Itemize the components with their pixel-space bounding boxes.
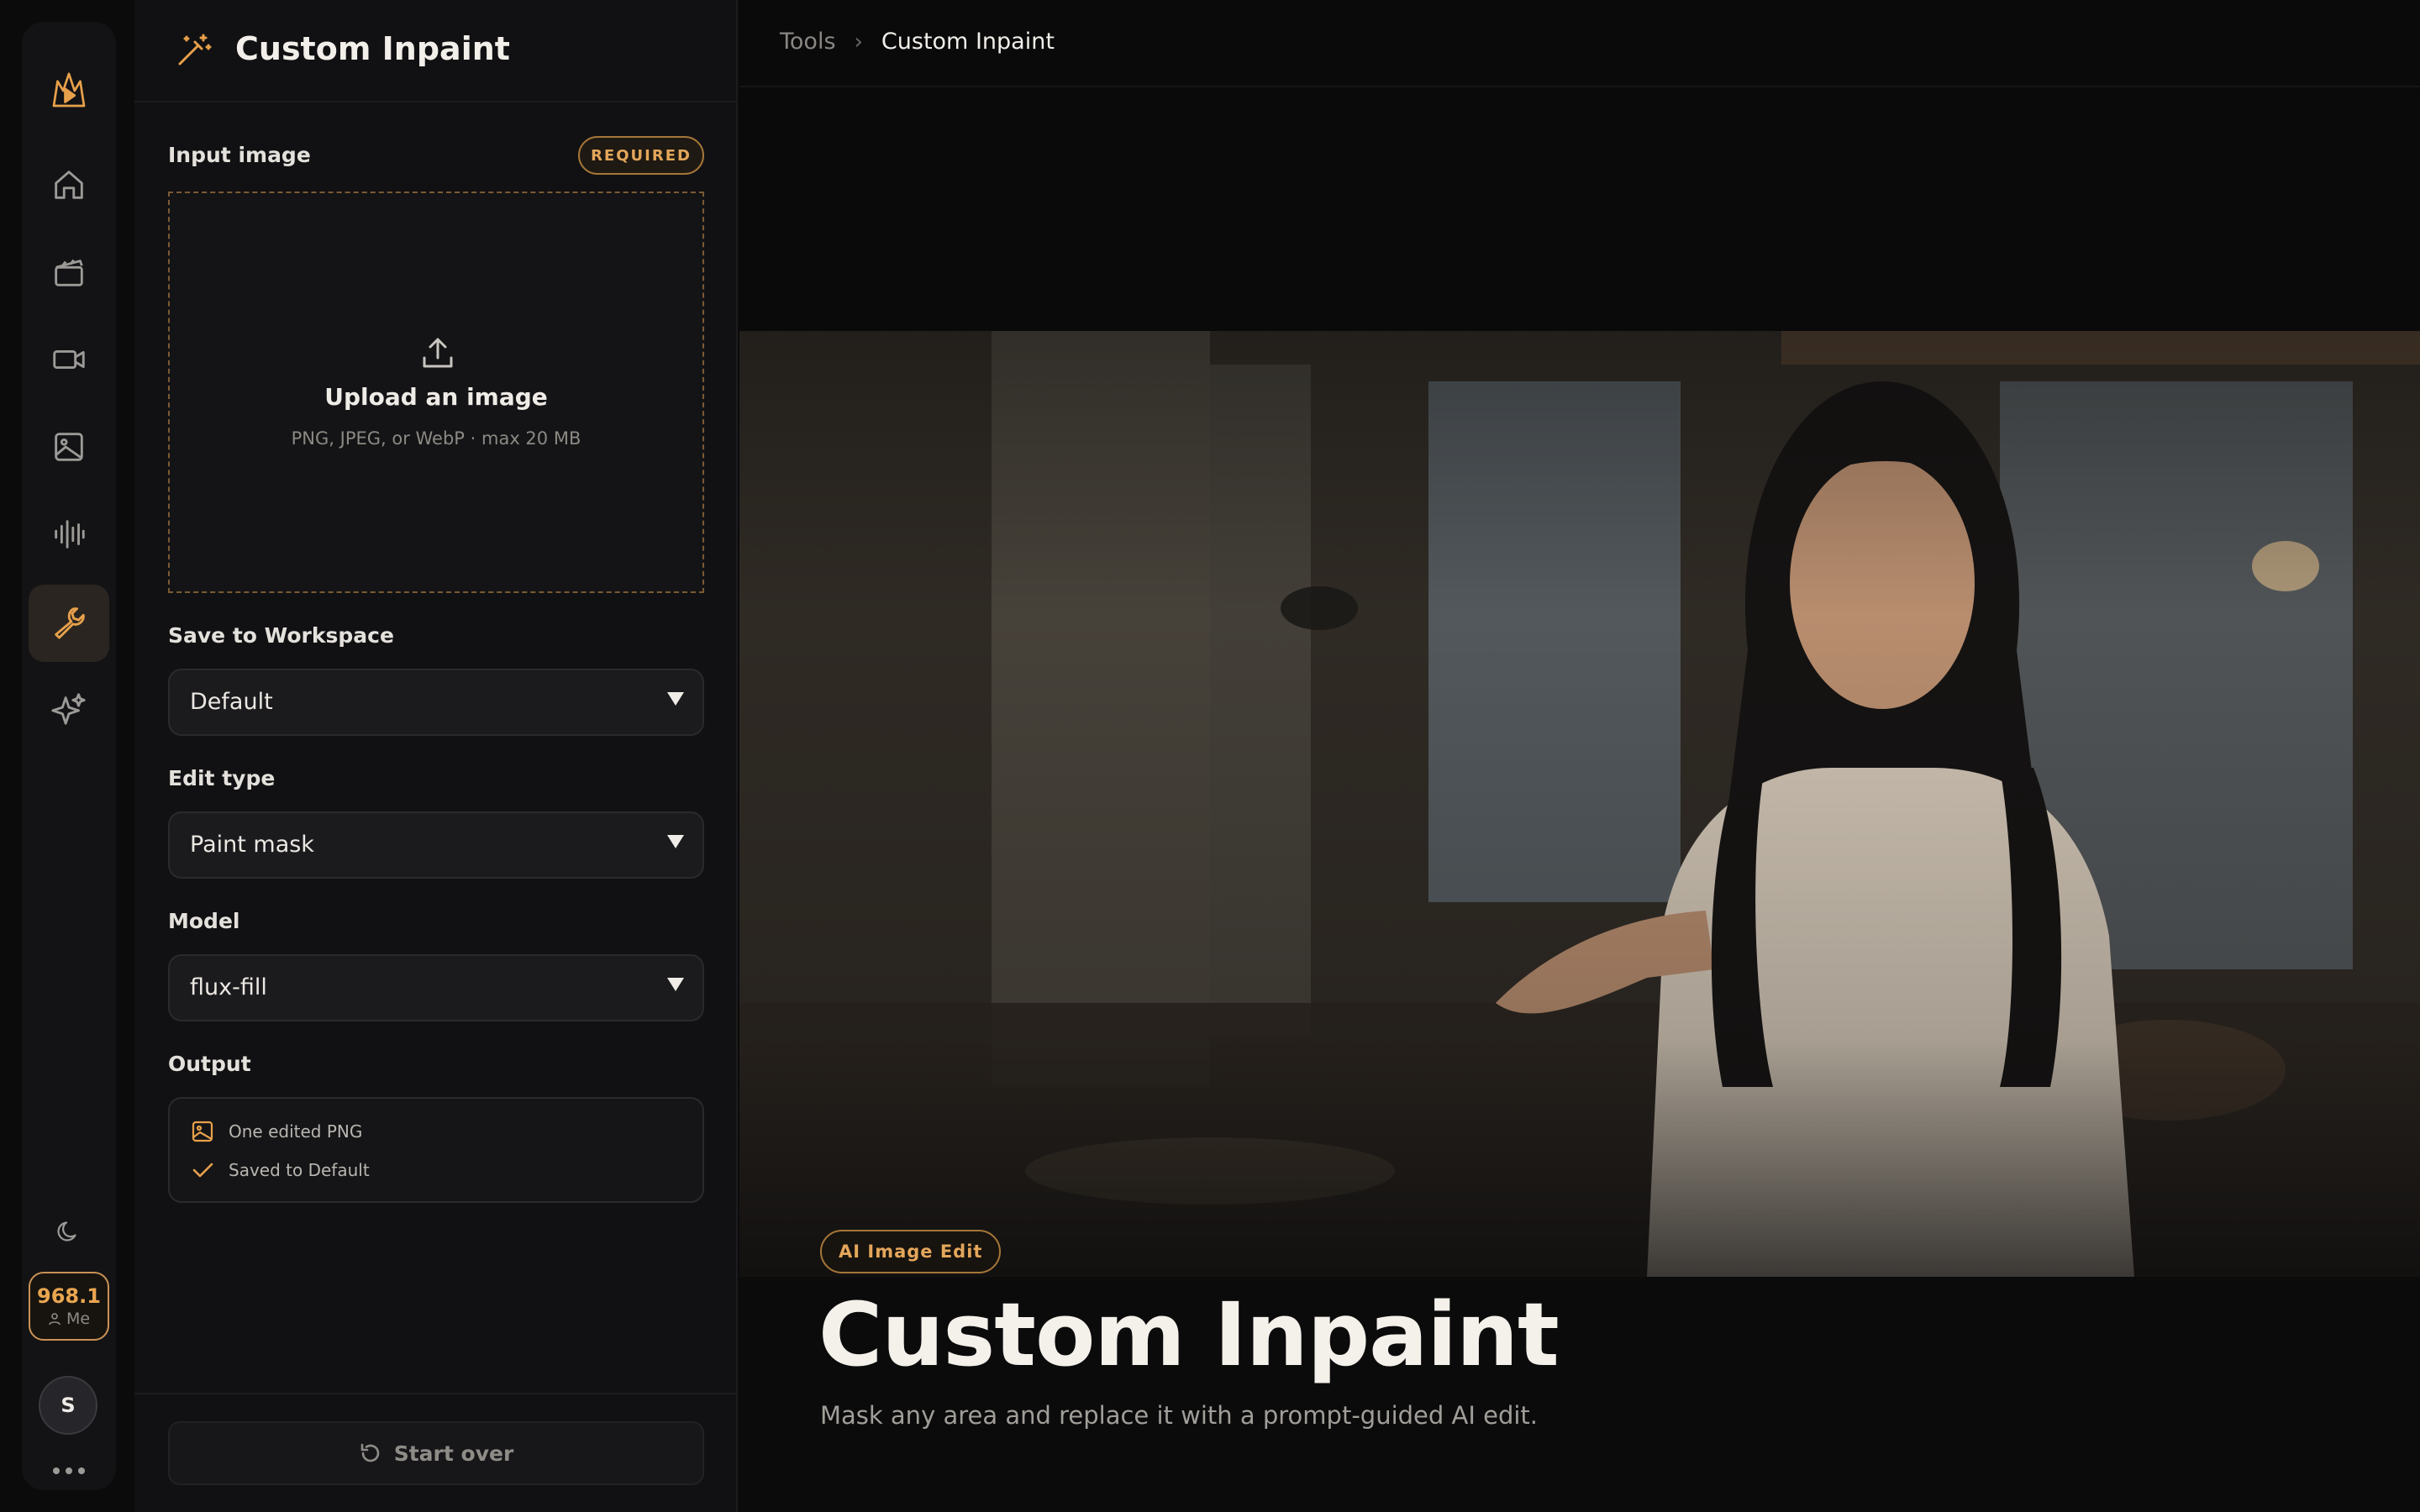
app-root: 968.1 Me S Custom Inpaint Input image RE…: [0, 0, 2420, 1512]
credits-user-label: Me: [66, 1310, 91, 1328]
checkmark-icon: [190, 1158, 215, 1183]
output-item-label: Saved to Default: [229, 1160, 370, 1180]
magic-wand-icon: [175, 32, 212, 72]
chevron-down-icon: [667, 692, 684, 706]
model-select[interactable]: flux-fill: [168, 954, 704, 1021]
edit-type-select-value: Paint mask: [190, 832, 314, 858]
home-icon: [50, 165, 88, 207]
upload-icon: [419, 334, 456, 375]
icon-rail: 968.1 Me S: [22, 22, 116, 1490]
avatar[interactable]: S: [39, 1376, 97, 1435]
sidebar-item-images[interactable]: [29, 410, 109, 487]
audio-waveform-icon: [50, 515, 88, 557]
image-icon: [50, 428, 88, 470]
workspace-select-value: Default: [190, 689, 273, 715]
top-bar: Tools › Custom Inpaint: [739, 0, 2420, 87]
main-content: Tools › Custom Inpaint AI Image Edit Cus…: [739, 0, 2420, 1512]
credits-value: 968.1: [37, 1284, 101, 1308]
more-options-icon[interactable]: [44, 1458, 94, 1483]
sidebar-item-productions[interactable]: [29, 235, 109, 312]
workspace-label: Save to Workspace: [168, 623, 394, 648]
hero-image: [739, 331, 2420, 1277]
image-icon: [190, 1119, 215, 1144]
credits-owner: Me: [48, 1309, 90, 1329]
sidebar-item-ai-features[interactable]: [29, 672, 109, 749]
output-item: One edited PNG: [190, 1119, 362, 1144]
image-upload-dropzone[interactable]: Upload an image PNG, JPEG, or WebP · max…: [168, 192, 704, 593]
clapperboard-icon: [50, 253, 88, 295]
breadcrumb-tools-link[interactable]: Tools: [780, 29, 836, 55]
start-over-button[interactable]: Start over: [168, 1421, 704, 1485]
panel-title: Custom Inpaint: [235, 30, 510, 67]
sparkles-icon: [50, 690, 88, 732]
workspace-select[interactable]: Default: [168, 669, 704, 736]
panel-header: Custom Inpaint: [134, 0, 736, 102]
edit-type-label: Edit type: [168, 766, 276, 790]
output-summary: One edited PNG Saved to Default: [168, 1097, 704, 1203]
user-icon: [48, 1312, 61, 1326]
sidebar-item-video[interactable]: [29, 323, 109, 400]
logo-icon[interactable]: [29, 52, 109, 129]
tool-settings-panel: Custom Inpaint Input image REQUIRED Uplo…: [134, 0, 738, 1512]
model-select-value: flux-fill: [190, 974, 267, 1000]
divider: [134, 1393, 736, 1394]
chevron-right-icon: ›: [854, 29, 863, 55]
upload-title: Upload an image: [324, 383, 548, 411]
theme-toggle[interactable]: [29, 1194, 109, 1272]
input-image-label: Input image: [168, 143, 311, 167]
category-tag: AI Image Edit: [820, 1230, 1002, 1273]
credits-badge[interactable]: 968.1 Me: [29, 1272, 109, 1341]
breadcrumb: Tools › Custom Inpaint: [780, 29, 1055, 55]
page-subtitle: Mask any area and replace it with a prom…: [820, 1401, 1539, 1430]
video-camera-icon: [50, 340, 88, 382]
chevron-down-icon: [667, 978, 684, 991]
start-over-label: Start over: [393, 1441, 514, 1466]
sidebar-item-audio[interactable]: [29, 497, 109, 575]
page-title: Custom Inpaint: [818, 1284, 1560, 1386]
wrench-icon: [50, 602, 88, 644]
hero-overlay: [739, 331, 2420, 1277]
sidebar-item-home[interactable]: [29, 148, 109, 225]
moon-icon: [54, 1216, 84, 1250]
sidebar-item-tools[interactable]: [29, 585, 109, 662]
chevron-down-icon: [667, 835, 684, 848]
edit-type-select[interactable]: Paint mask: [168, 811, 704, 879]
upload-hint: PNG, JPEG, or WebP · max 20 MB: [291, 428, 581, 449]
refresh-icon: [359, 1441, 382, 1465]
output-label: Output: [168, 1052, 251, 1076]
model-label: Model: [168, 909, 240, 933]
required-badge: REQUIRED: [578, 136, 704, 175]
breadcrumb-current: Custom Inpaint: [881, 29, 1055, 55]
output-item: Saved to Default: [190, 1158, 370, 1183]
output-item-label: One edited PNG: [229, 1121, 363, 1142]
